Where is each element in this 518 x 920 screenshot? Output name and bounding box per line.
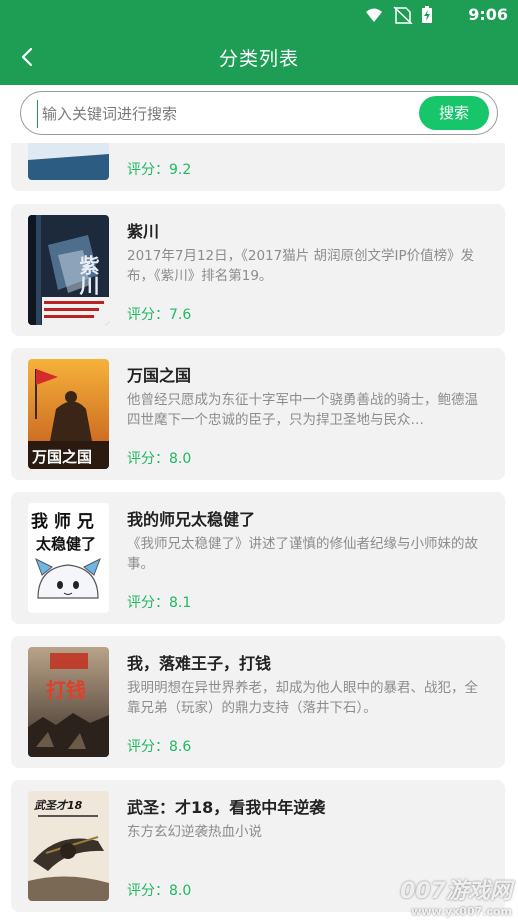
cover-title: 万国之国 (31, 448, 92, 466)
book-rating: 评分：8.6 (127, 739, 192, 755)
book-title: 武圣：才18，看我中年逆袭 (127, 798, 326, 817)
status-icons (366, 6, 432, 24)
cover-title: 武圣才18 (34, 799, 83, 812)
book-rating: 评分：8.0 (127, 883, 192, 899)
book-cover (28, 143, 109, 180)
book-cover: 打钱 (28, 647, 109, 757)
book-description: 我明明想在异世界养老，却成为他人眼中的暴君、战犯，全靠兄弟（玩家）的鼎力支持（落… (127, 680, 478, 716)
status-bar: 9:06 (0, 0, 518, 30)
cover-title: 紫川 (76, 255, 100, 296)
book-rating: 评分：9.2 (127, 162, 192, 178)
book-cover: 万国之国 (28, 359, 109, 469)
book-list[interactable]: 评分：9.2 紫川 紫川 2017年7月12日，《2017猫片 胡润原创文学IP… (0, 143, 518, 920)
watermark: 007游戏网 www.yx007.com (400, 873, 512, 918)
book-description: 他曾经只愿成为东征十字军中一个骁勇善战的骑士，鲍德温四世麾下一个忠诚的臣子，只为… (127, 392, 478, 428)
search-input[interactable] (37, 100, 414, 128)
cover-title-line-2: 太稳健了 (36, 535, 96, 553)
search-box: 搜索 (20, 91, 498, 135)
no-sim-icon (393, 6, 413, 24)
book-rating: 评分：8.0 (127, 451, 192, 467)
cover-title-line-1: 我 师 兄 (31, 511, 94, 532)
book-description: 东方玄幻逆袭热血小说 (127, 824, 262, 840)
search-bar: 搜索 (0, 85, 518, 143)
book-description: 《我师兄太稳健了》讲述了谨慎的修仙者纪缘与小师妹的故事。 (127, 536, 478, 572)
battery-charging-icon (422, 6, 432, 23)
book-card[interactable]: 万国之国 万国之国 他曾经只愿成为东征十字军中一个骁勇善战的骑士，鲍德温四世麾下… (11, 348, 505, 480)
book-card[interactable]: 我 师 兄 太稳健了 我的师兄太稳健了 《我师兄太稳健了》讲述了谨慎的修仙者纪缘… (11, 492, 505, 624)
book-title: 紫川 (127, 222, 160, 241)
book-title: 我，落难王子，打钱 (127, 654, 272, 673)
app-bar: 分类列表 (0, 30, 518, 85)
book-card[interactable]: 评分：9.2 (11, 143, 505, 191)
cover-title: 打钱 (46, 678, 86, 702)
watermark-url: www.yx007.com (411, 905, 512, 918)
book-cover: 紫川 (28, 215, 109, 325)
wifi-icon (366, 8, 382, 22)
watermark-title: 007游戏网 (400, 879, 512, 904)
book-title: 万国之国 (127, 366, 192, 385)
book-cover: 武圣才18 (28, 791, 109, 901)
book-rating: 评分：8.1 (127, 595, 192, 611)
status-time: 9:06 (468, 5, 508, 24)
search-button[interactable]: 搜索 (419, 96, 489, 130)
book-rating: 评分：7.6 (127, 307, 192, 323)
book-card[interactable]: 打钱 我，落难王子，打钱 我明明想在异世界养老，却成为他人眼中的暴君、战犯，全靠… (11, 636, 505, 768)
book-description: 2017年7月12日，《2017猫片 胡润原创文学IP价值榜》发布，《紫川》排名… (127, 248, 475, 284)
book-title: 我的师兄太稳健了 (127, 510, 256, 529)
page-title: 分类列表 (218, 48, 299, 70)
book-card[interactable]: 紫川 紫川 2017年7月12日，《2017猫片 胡润原创文学IP价值榜》发布，… (11, 204, 505, 336)
book-cover: 我 师 兄 太稳健了 (28, 503, 109, 613)
